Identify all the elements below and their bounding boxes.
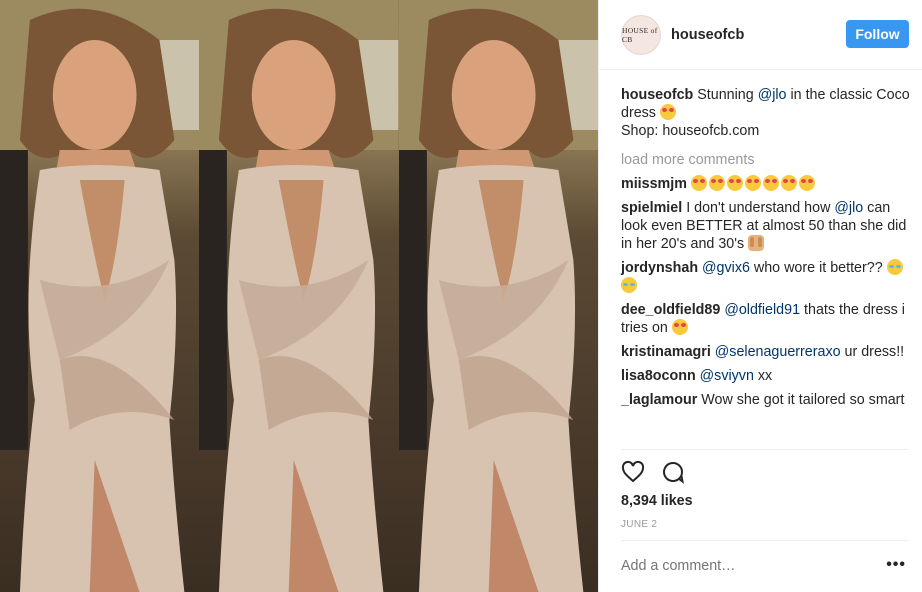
list-item: _laglamour Wow she got it tailored so sm… <box>621 391 911 409</box>
load-more-comments-link[interactable]: load more comments <box>621 152 911 168</box>
list-item: lisa8oconn @sviyvn xx <box>621 367 911 385</box>
comment-text: who wore it better?? <box>749 260 883 276</box>
comment-mention[interactable]: @selenaguerreraxo <box>715 344 841 360</box>
raised-hands-emoji <box>748 235 765 251</box>
comment-mention[interactable]: @gvix6 <box>702 260 750 276</box>
caption-text-before: Stunning <box>697 87 758 103</box>
list-item: spielmiel I don't understand how @jlo ca… <box>621 199 911 253</box>
comment-text: ur dress!! <box>840 344 905 360</box>
woman-in-dress-illustration <box>0 0 200 592</box>
add-comment-input[interactable] <box>621 558 871 574</box>
comment-mention[interactable]: @jlo <box>834 200 863 216</box>
caption-mention[interactable]: @jlo <box>758 87 787 103</box>
laughing-emoji <box>886 259 903 275</box>
header-username[interactable]: houseofcb <box>671 27 744 43</box>
comment-username[interactable]: spielmiel <box>621 200 682 216</box>
comment-list: houseofcb Stunning @jlo in the classic C… <box>621 86 911 415</box>
heart-eyes-emoji <box>798 175 815 191</box>
heart-eyes-emoji <box>708 175 725 191</box>
list-item: miissmjm <box>621 175 911 193</box>
heart-eyes-emoji <box>690 175 707 191</box>
comment-username[interactable]: _laglamour <box>621 392 697 408</box>
avatar-logo-text: HOUSE of CB <box>622 25 658 44</box>
comment-username[interactable]: jordynshah <box>621 260 698 276</box>
comment-username[interactable]: miissmjm <box>621 176 687 192</box>
heart-eyes-emoji <box>726 175 743 191</box>
comment-username[interactable]: kristinamagri <box>621 344 711 360</box>
woman-in-dress-illustration <box>398 0 598 592</box>
divider <box>621 449 908 450</box>
heart-eyes-emoji <box>762 175 779 191</box>
comment-username[interactable]: lisa8oconn <box>621 368 696 384</box>
list-item: jordynshah @gvix6 who wore it better?? <box>621 259 911 295</box>
post-date[interactable]: JUNE 2 <box>621 519 657 530</box>
instagram-post: HOUSE of CB houseofcb Follow houseofcb S… <box>0 0 922 592</box>
comment-username[interactable]: dee_oldfield89 <box>621 302 720 318</box>
heart-eyes-emoji <box>659 104 676 120</box>
post-header: HOUSE of CB houseofcb Follow <box>599 0 922 70</box>
laughing-emoji <box>621 277 637 293</box>
post-photo[interactable] <box>0 0 598 592</box>
more-options-icon[interactable]: ••• <box>886 556 906 574</box>
divider <box>621 540 908 541</box>
caption-username[interactable]: houseofcb <box>621 87 693 103</box>
photo-frame-1 <box>0 0 200 592</box>
woman-in-dress-illustration <box>199 0 399 592</box>
comment-icon[interactable] <box>661 460 685 484</box>
list-item: dee_oldfield89 @oldfield91 thats the dre… <box>621 301 911 337</box>
comment-text: xx <box>753 368 773 384</box>
photo-frame-2 <box>199 0 399 592</box>
avatar[interactable]: HOUSE of CB <box>621 14 661 55</box>
like-count[interactable]: 8,394 likes <box>621 493 693 509</box>
heart-eyes-emoji <box>744 175 761 191</box>
comment-mention[interactable]: @sviyvn <box>700 368 754 384</box>
comment-text: Wow she got it tailored so smart <box>701 392 905 408</box>
caption: houseofcb Stunning @jlo in the classic C… <box>621 86 911 140</box>
comment-text: I don't understand how <box>686 200 835 216</box>
post-side-panel: HOUSE of CB houseofcb Follow houseofcb S… <box>598 0 922 592</box>
follow-button[interactable]: Follow <box>846 20 909 48</box>
heart-eyes-emoji <box>780 175 797 191</box>
heart-icon[interactable] <box>621 460 645 484</box>
action-bar <box>621 460 685 484</box>
list-item: kristinamagri @selenaguerreraxo ur dress… <box>621 343 911 361</box>
heart-eyes-emoji <box>671 319 688 335</box>
photo-frame-3 <box>398 0 598 592</box>
comment-mention[interactable]: @oldfield91 <box>724 302 800 318</box>
caption-shop-line: Shop: houseofcb.com <box>621 123 760 139</box>
